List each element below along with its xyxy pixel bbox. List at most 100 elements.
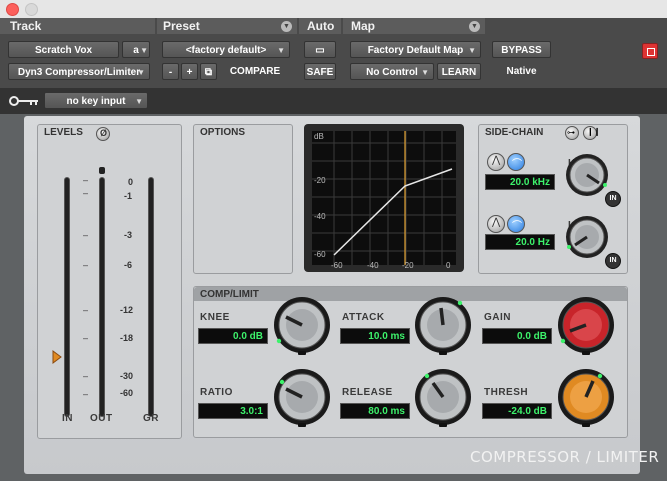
librarian-icon: ⧉ <box>204 67 213 78</box>
scale-tick: – <box>83 371 89 381</box>
scale-0: 0 <box>128 177 134 187</box>
control-value: No Control <box>366 67 418 78</box>
lf-filter-shelf-button[interactable]: ⌒ <box>507 215 525 233</box>
output-meter <box>99 177 105 417</box>
attack-knob[interactable] <box>413 295 473 355</box>
key-input-value: no key input <box>66 96 126 107</box>
knee-label: KNEE <box>200 312 230 323</box>
graph-x-tick-60: -60 <box>331 261 343 270</box>
thresh-knob[interactable] <box>556 367 616 427</box>
scale-30: -30 <box>120 371 134 381</box>
track-name: Scratch Vox <box>34 45 93 56</box>
clip-icon <box>647 48 655 56</box>
bandpass-icon: ⋀ <box>492 217 501 228</box>
attack-label: ATTACK <box>342 312 385 323</box>
scale-18: -18 <box>120 333 134 343</box>
scale-tick: – <box>83 333 89 343</box>
chevron-down-icon: ▼ <box>277 46 285 55</box>
lf-in-button[interactable]: IN <box>605 253 621 269</box>
minimize-window-button[interactable] <box>25 3 38 16</box>
compare-button[interactable]: COMPARE <box>220 63 290 80</box>
graph-y-tick-db: dB <box>314 132 324 141</box>
scale-6: -6 <box>124 260 133 270</box>
hf-knob[interactable] <box>565 153 609 197</box>
control-selector[interactable]: No Control ▼ <box>350 63 434 80</box>
key-input-row: no key input ▼ <box>0 88 667 114</box>
scale-3: -3 <box>124 230 133 240</box>
transfer-graph-bezel: dB -20 -40 -60 -60 -40 -20 0 <box>304 124 464 272</box>
hf-value-display[interactable]: 20.0 kHz <box>485 174 555 190</box>
hf-filter-type-button[interactable]: ⋀ <box>487 153 505 171</box>
release-value-display[interactable]: 80.0 ms <box>340 403 410 419</box>
scale-1: -1 <box>124 191 133 201</box>
hf-filter-shelf-button[interactable]: ⌒ <box>507 153 525 171</box>
preset-selector[interactable]: <factory default> ▼ <box>162 41 290 58</box>
preset-label: Preset <box>163 19 200 33</box>
map-menu-icon[interactable]: ▼ <box>469 21 480 32</box>
chevron-down-icon: ▼ <box>135 97 143 106</box>
graph-x-tick-40: -40 <box>367 261 379 270</box>
scale-60: -60 <box>120 388 134 398</box>
threshold-marker-icon[interactable] <box>52 350 62 364</box>
graph-y-tick-20: -20 <box>314 176 326 185</box>
close-window-button[interactable] <box>6 3 19 16</box>
chevron-down-icon: ▼ <box>421 68 429 77</box>
ratio-knob[interactable] <box>272 367 332 427</box>
preset-menu-icon[interactable]: ▼ <box>281 21 292 32</box>
graph-x-tick-0: 0 <box>446 261 451 270</box>
lf-value-display[interactable]: 20.0 Hz <box>485 234 555 250</box>
chevron-down-icon: ▼ <box>468 46 476 55</box>
safe-button[interactable]: SAFE <box>304 63 336 80</box>
preset-previous-button[interactable]: - <box>162 63 179 80</box>
scale-tick: – <box>83 230 89 240</box>
chevron-down-icon: ▼ <box>140 46 148 55</box>
chevron-down-icon: ▼ <box>137 68 145 77</box>
map-value: Factory Default Map <box>367 45 464 56</box>
input-meter-label: IN <box>62 413 73 424</box>
scale-tick: – <box>83 175 89 185</box>
thresh-value-display[interactable]: -24.0 dB <box>482 403 552 419</box>
auto-label: Auto <box>307 19 335 33</box>
release-knob[interactable] <box>413 367 473 427</box>
sidechain-listen-button[interactable]: ❙❙ <box>583 126 601 140</box>
levels-panel: LEVELS Ø – – – – – – – – 0 -1 -3 -6 -12 … <box>37 124 182 439</box>
scale-tick: – <box>83 389 89 399</box>
attack-value-display[interactable]: 10.0 ms <box>340 328 410 344</box>
graph-y-tick-40: -40 <box>314 212 326 221</box>
output-clip-indicator <box>99 167 105 174</box>
levels-title: LEVELS <box>44 127 83 138</box>
gain-reduction-meter <box>148 177 154 417</box>
gain-value-display[interactable]: 0.0 dB <box>482 328 552 344</box>
scale-tick: – <box>83 188 89 198</box>
key-input-selector[interactable]: no key input ▼ <box>44 92 148 109</box>
comp-limit-title: COMP/LIMIT <box>200 289 259 300</box>
gain-knob[interactable] <box>556 295 616 355</box>
learn-button[interactable]: LEARN <box>437 63 481 80</box>
ratio-value-display[interactable]: 3.0:1 <box>198 403 268 419</box>
preset-value: <factory default> <box>185 45 267 56</box>
automation-button[interactable]: ▭ <box>304 41 336 58</box>
channel-selector[interactable]: a ▼ <box>122 41 150 58</box>
levels-reset-button[interactable]: Ø <box>96 127 110 141</box>
lf-filter-type-button[interactable]: ⋀ <box>487 215 505 233</box>
map-selector[interactable]: Factory Default Map ▼ <box>350 41 481 58</box>
plugin-selector[interactable]: Dyn3 Compressor/Limiter ▼ <box>8 63 150 80</box>
plugin-name: Dyn3 Compressor/Limiter <box>17 67 141 78</box>
listen-icon: ❙❙ <box>587 127 601 136</box>
bypass-button[interactable]: BYPASS <box>492 41 551 58</box>
track-selector[interactable]: Scratch Vox <box>8 41 119 58</box>
knee-knob[interactable] <box>272 295 332 355</box>
scale-tick: – <box>83 305 89 315</box>
hf-in-button[interactable]: IN <box>605 191 621 207</box>
gain-label: GAIN <box>484 312 511 323</box>
knee-value-display[interactable]: 0.0 dB <box>198 328 268 344</box>
clip-indicator[interactable] <box>642 43 658 59</box>
lf-knob[interactable] <box>565 215 609 259</box>
sidechain-key-button[interactable]: ⊶ <box>565 126 579 140</box>
preset-next-button[interactable]: + <box>181 63 198 80</box>
preset-librarian-button[interactable]: ⧉ <box>200 63 217 80</box>
sidechain-panel: SIDE-CHAIN ⊶ ❙❙ ⋀ ⌒ HF 20.0 kHz ⋀ ⌒ LF 2… <box>478 124 628 274</box>
shelf-icon: ⌒ <box>512 159 522 170</box>
graph-x-tick-20: -20 <box>402 261 414 270</box>
key-icon <box>9 96 38 106</box>
